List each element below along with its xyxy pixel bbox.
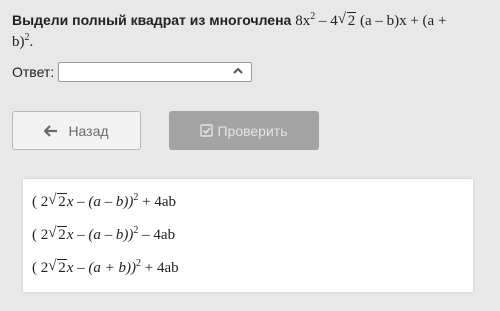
option-item[interactable]: ( 2 √ 2x – (a – b))2 + 4ab [32, 192, 177, 211]
option-suffix: – 4ab [138, 227, 176, 243]
option-middle: x – (a – b)) [66, 227, 134, 243]
expr-term-1: 8x [295, 13, 311, 29]
sqrt-argument: 2 [57, 226, 67, 243]
expr-term-3: (a – b)x + (a + [356, 13, 447, 29]
sqrt-argument: 2 [57, 193, 67, 210]
arrow-left-icon [44, 124, 58, 137]
sqrt-argument: 2 [57, 259, 67, 276]
option-middle: x – (a + b)) [66, 260, 137, 276]
back-button-label: Назад [68, 122, 109, 139]
check-button[interactable]: Проверить [169, 111, 319, 150]
option-item[interactable]: ( 2 √ 2x – (a + b))2 + 4ab [32, 258, 179, 277]
expr-term-4: b) [12, 34, 25, 50]
sqrt-symbol: √ 2 [48, 258, 67, 276]
back-button[interactable]: Назад [12, 111, 141, 150]
chevron-up-icon [233, 67, 243, 74]
option-prefix: ( 2 [32, 260, 49, 276]
answer-dropdown[interactable] [58, 62, 253, 82]
option-middle: x – (a – b)) [66, 194, 134, 210]
option-item[interactable]: ( 2 √ 2x – (a – b))2 – 4ab [32, 225, 176, 244]
checkbox-check-icon [200, 124, 214, 137]
options-list: ( 2 √ 2x – (a – b))2 + 4ab ( 2 √ 2x – (a – b… [23, 179, 473, 292]
sqrt-symbol: √ 2 [48, 225, 67, 243]
sqrt-symbol: √ 2 [337, 11, 357, 29]
answer-row: Ответ: [12, 62, 253, 82]
sqrt-argument: 2 [346, 12, 357, 29]
option-suffix: + 4ab [138, 194, 177, 210]
option-suffix: + 4ab [141, 260, 179, 276]
option-prefix: ( 2 [32, 227, 49, 243]
question-text: Выдели полный квадрат из многочлена 8x2 … [12, 10, 492, 52]
option-prefix: ( 2 [32, 194, 49, 210]
question-label: Выдели полный квадрат из многочлена [12, 12, 292, 28]
sqrt-symbol: √ 2 [48, 192, 67, 210]
check-button-label: Проверить [217, 122, 288, 139]
expr-term-2: – 4 [315, 13, 338, 29]
expr-end: . [29, 34, 34, 50]
answer-label: Ответ: [12, 64, 55, 80]
